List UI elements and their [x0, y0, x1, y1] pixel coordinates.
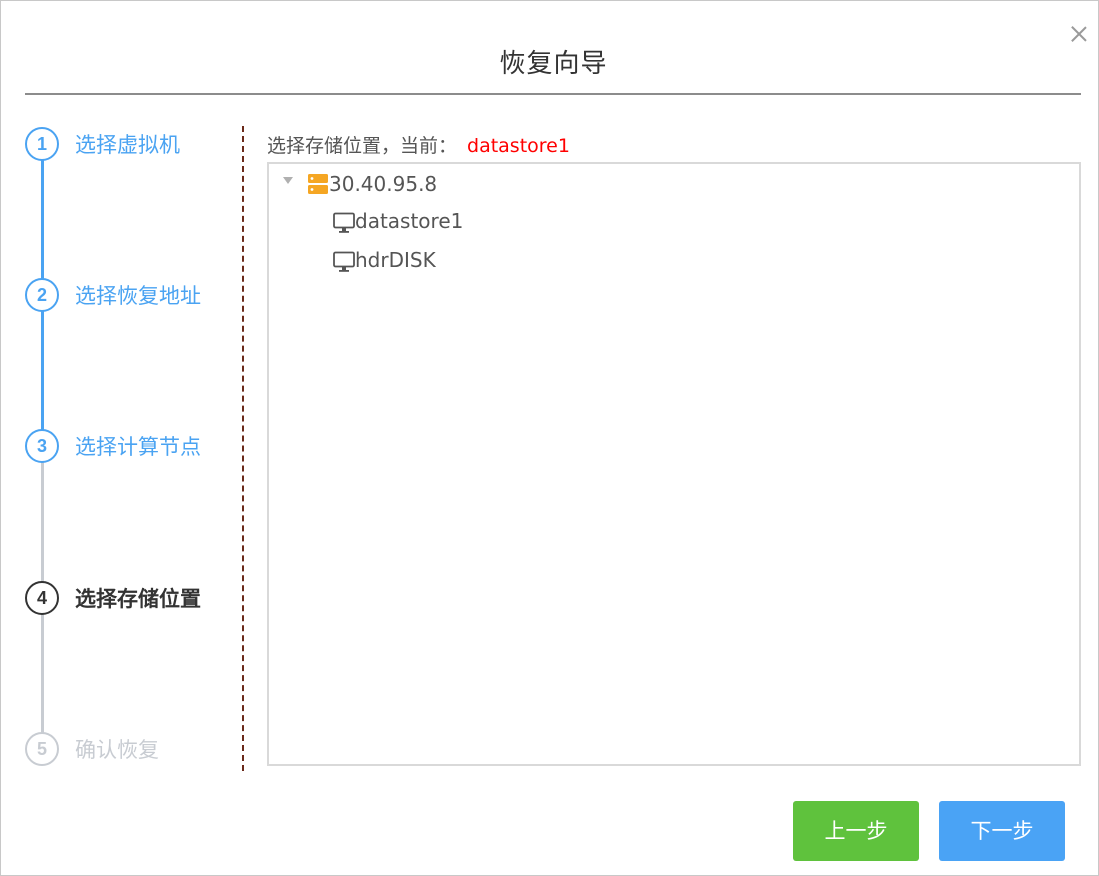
next-step-button[interactable]: 下一步 [939, 801, 1065, 861]
monitor-icon [333, 212, 355, 233]
tree-node-host[interactable]: 30.40.95.8 [269, 166, 669, 196]
server-icon [308, 174, 328, 194]
storage-tree: 30.40.95.8 datastore1 hdrDISK [267, 162, 1081, 766]
dialog-title: 恢复向导 [499, 49, 608, 79]
tree-node-label: 30.40.95.8 [329, 172, 438, 196]
current-storage-value: datastore1 [467, 135, 570, 157]
restore-wizard-dialog: 恢复向导 1 选择虚拟机 2 选择恢复地址 3 选择计算节点 4 选择存储位置 … [0, 0, 1099, 876]
step-number: 3 [25, 429, 59, 463]
tree-node-label: datastore1 [355, 209, 464, 233]
step-label: 选择虚拟机 [75, 133, 180, 157]
title-divider [25, 93, 1081, 95]
step-number: 1 [25, 127, 59, 161]
step-number: 5 [25, 732, 59, 766]
tree-node-datastore1[interactable]: datastore1 [269, 208, 669, 236]
vertical-divider [242, 126, 244, 771]
step-label: 选择恢复地址 [75, 284, 201, 308]
tree-node-hdrdisk[interactable]: hdrDISK [269, 247, 669, 275]
storage-caption-label: 选择存储位置，当前： [267, 135, 458, 157]
step-number: 2 [25, 278, 59, 312]
prev-step-button[interactable]: 上一步 [793, 801, 919, 861]
step-label: 选择存储位置 [75, 587, 201, 611]
expand-caret-icon[interactable] [283, 177, 293, 184]
step-label: 确认恢复 [75, 738, 159, 762]
step-label: 选择计算节点 [75, 435, 201, 459]
step-number: 4 [25, 581, 59, 615]
storage-caption: 选择存储位置，当前： datastore1 [267, 131, 570, 158]
monitor-icon [333, 251, 355, 272]
tree-node-label: hdrDISK [355, 248, 436, 272]
